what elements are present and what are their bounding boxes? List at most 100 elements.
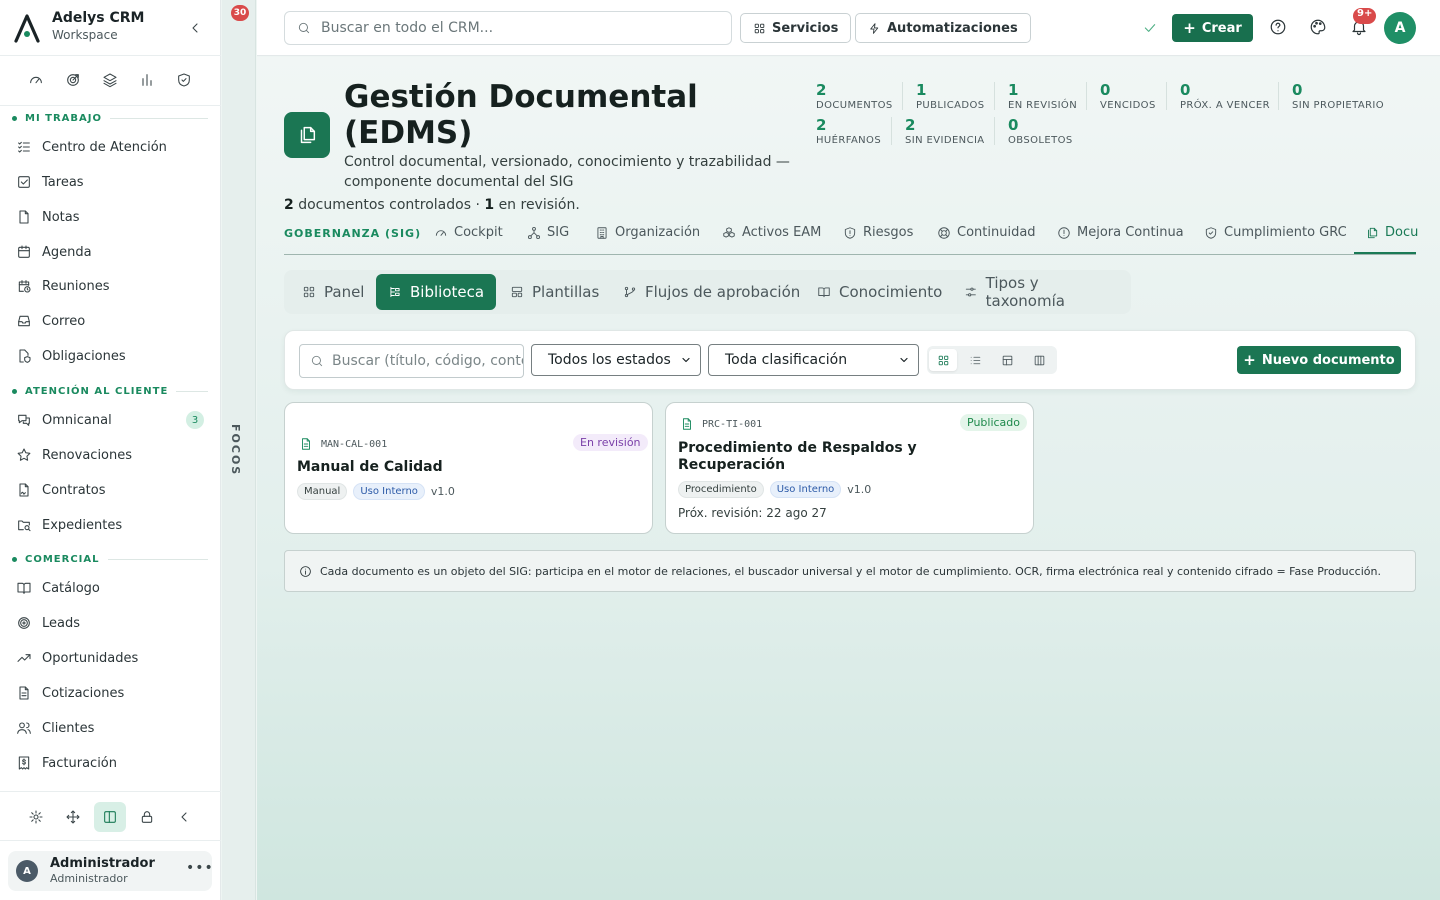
view-mode-toggle xyxy=(927,346,1057,374)
sidebar-item-notas[interactable]: Notas xyxy=(16,203,208,231)
tab-flujos-de-aprobacion[interactable]: Flujos de aprobación xyxy=(611,274,812,310)
bar-chart-icon[interactable] xyxy=(139,72,155,88)
library-search-placeholder: Buscar (título, código, contenido) xyxy=(332,353,523,369)
status-filter-select[interactable]: Todos los estados xyxy=(531,344,701,376)
stat-huerfanos[interactable]: 2 HUÉRFANOS xyxy=(816,117,881,146)
user-avatar-button[interactable]: A xyxy=(1384,12,1416,44)
file-shield-icon xyxy=(19,349,31,363)
tab-cumplimiento-grc[interactable]: Cumplimiento GRC xyxy=(1204,225,1347,240)
tab-riesgos[interactable]: Riesgos xyxy=(843,225,913,240)
automatizaciones-button[interactable]: Automatizaciones xyxy=(855,13,1031,43)
sidebar-item-leads[interactable]: Leads xyxy=(16,609,208,637)
tab-activos-eam[interactable]: Activos EAM xyxy=(722,225,821,240)
stat-sin-evidencia[interactable]: 2 SIN EVIDENCIA xyxy=(905,117,985,146)
page-title: Gestión Documental (EDMS) xyxy=(344,79,698,151)
help-icon[interactable] xyxy=(1269,18,1287,36)
tab-tipos-y-taxonomia[interactable]: Tipos y taxonomía xyxy=(952,274,1131,310)
sidebar-item-facturacion[interactable]: Facturación xyxy=(16,749,208,777)
files-icon xyxy=(300,126,316,144)
document-card[interactable]: MAN-CAL-001 En revisión Manual de Calida… xyxy=(284,402,653,534)
document-card[interactable]: PRC-TI-001 Publicado Procedimiento de Re… xyxy=(665,402,1034,534)
sidebar-item-agenda[interactable]: Agenda xyxy=(16,238,208,266)
target-arrow-icon[interactable] xyxy=(65,72,81,88)
tab-documental[interactable]: Docu xyxy=(1365,225,1418,240)
sidebar-item-centro-de-atencion[interactable]: Centro de Atención xyxy=(16,133,208,161)
library-search-input[interactable]: Buscar (título, código, contenido) xyxy=(299,344,524,378)
stat-publicados[interactable]: 1 PUBLICADOS xyxy=(916,82,984,111)
file-text-icon xyxy=(302,438,310,450)
move-button[interactable] xyxy=(57,802,89,832)
chevron-left-icon[interactable] xyxy=(187,20,203,36)
sidebar-item-tareas[interactable]: Tareas xyxy=(16,168,208,196)
servicios-button[interactable]: Servicios xyxy=(740,13,852,43)
more-options-icon[interactable]: ••• xyxy=(186,860,214,876)
settings-button[interactable] xyxy=(20,802,52,832)
user-role: Administrador xyxy=(50,872,128,885)
layers-icon[interactable] xyxy=(102,72,118,88)
chevron-down-icon xyxy=(900,357,908,363)
library-toolbar: Buscar (título, código, contenido) Todos… xyxy=(284,330,1416,390)
tab-continuidad[interactable]: Continuidad xyxy=(937,225,1036,240)
tab-plantillas[interactable]: Plantillas xyxy=(498,274,611,310)
sidebar-item-catalogo[interactable]: Catálogo xyxy=(16,574,208,602)
avatar: A xyxy=(16,860,38,882)
sidebar-item-contratos[interactable]: Contratos xyxy=(16,476,208,504)
section-label-mi-trabajo: MI TRABAJO xyxy=(12,113,208,124)
stat-obsoletos[interactable]: 0 OBSOLETOS xyxy=(1008,117,1073,146)
shield-check-icon[interactable] xyxy=(176,72,192,88)
stat-sin-propietario[interactable]: 0 SIN PROPIETARIO xyxy=(1292,82,1384,111)
view-grid-button[interactable] xyxy=(929,349,957,371)
files-icon xyxy=(1368,227,1378,238)
sidebar-item-clientes[interactable]: Clientes xyxy=(16,714,208,742)
sidebar-item-expedientes[interactable]: Expedientes xyxy=(16,511,208,539)
stat-documentos[interactable]: 2 DOCUMENTOS xyxy=(816,82,893,111)
star-icon xyxy=(17,448,31,461)
receipt-dollar-icon xyxy=(18,756,30,770)
view-table-button[interactable] xyxy=(993,349,1021,371)
global-search-input[interactable]: Buscar en todo el CRM... xyxy=(284,11,732,45)
crear-button[interactable]: + Crear xyxy=(1172,14,1253,42)
document-type-tag: Manual xyxy=(297,483,348,500)
view-list-button[interactable] xyxy=(961,349,989,371)
lock-button[interactable] xyxy=(131,802,163,832)
sliders-icon xyxy=(965,287,976,297)
tab-biblioteca[interactable]: Biblioteca xyxy=(376,274,497,310)
palette-icon[interactable] xyxy=(1309,18,1327,36)
messages-icon xyxy=(18,414,30,426)
sidebar-item-reuniones[interactable]: Reuniones xyxy=(16,272,208,300)
chevron-left-icon xyxy=(181,812,187,822)
tab-cockpit[interactable]: Cockpit xyxy=(434,225,503,240)
tab-conocimiento[interactable]: Conocimiento xyxy=(805,274,954,310)
classification-filter-select[interactable]: Toda clasificación xyxy=(708,344,919,376)
governance-tabs: GOBERNANZA (SIG) Cockpit SIG Organizació… xyxy=(284,221,1418,255)
sidebar-item-omnicanal[interactable]: Omnicanal 3 xyxy=(16,406,208,434)
tab-mejora-continua[interactable]: Mejora Continua xyxy=(1057,225,1184,240)
active-tab-indicator xyxy=(1354,252,1416,254)
sidebar-item-renovaciones[interactable]: Renovaciones xyxy=(16,441,208,469)
table-icon xyxy=(1002,355,1012,365)
sidebar-item-oportunidades[interactable]: Oportunidades xyxy=(16,644,208,672)
focos-count-badge: 30 xyxy=(231,5,249,21)
tab-sig[interactable]: SIG xyxy=(527,225,569,240)
tab-organizacion[interactable]: Organización xyxy=(595,225,700,240)
tab-panel[interactable]: Panel xyxy=(290,274,376,310)
grid-icon xyxy=(754,23,765,33)
grid-icon xyxy=(938,355,948,365)
focos-panel-toggle[interactable]: 30 FOCOS xyxy=(222,0,256,900)
sidebar-item-cotizaciones[interactable]: Cotizaciones xyxy=(16,679,208,707)
plus-icon: + xyxy=(1183,19,1196,37)
stat-prox-a-vencer[interactable]: 0 PRÓX. A VENCER xyxy=(1180,82,1270,111)
sidebar-item-correo[interactable]: Correo xyxy=(16,307,208,335)
stat-vencidos[interactable]: 0 VENCIDOS xyxy=(1100,82,1156,111)
focos-label: FOCOS xyxy=(229,424,242,477)
collapse-sidebar-button[interactable] xyxy=(168,802,200,832)
document-title: Manual de Calidad xyxy=(297,459,443,475)
panel-layout-button[interactable] xyxy=(94,802,126,832)
user-card[interactable]: A Administrador Administrador ••• xyxy=(8,851,214,891)
view-columns-button[interactable] xyxy=(1025,349,1053,371)
sidebar-item-obligaciones[interactable]: Obligaciones xyxy=(16,342,208,370)
lock-icon xyxy=(141,811,153,823)
new-document-button[interactable]: + Nuevo documento xyxy=(1237,346,1401,374)
stat-en-revision[interactable]: 1 EN REVISIÓN xyxy=(1008,82,1077,111)
gauge-icon[interactable] xyxy=(28,72,44,88)
